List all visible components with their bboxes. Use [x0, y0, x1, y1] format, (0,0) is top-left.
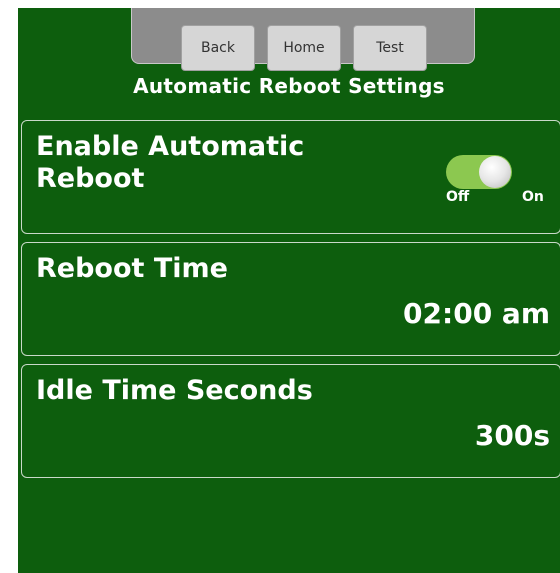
settings-screen: Back Home Test Automatic Reboot Settings… — [18, 8, 560, 573]
page-title: Automatic Reboot Settings — [133, 74, 445, 98]
toggle-off-label: Off — [446, 189, 470, 205]
home-button[interactable]: Home — [267, 25, 341, 71]
idle-time-value: 300s — [474, 419, 550, 452]
nav-bar: Back Home Test — [131, 8, 475, 71]
auto-reboot-toggle[interactable] — [446, 155, 512, 189]
auto-reboot-label: Enable Automatic Reboot — [36, 131, 305, 194]
idle-time-label: Idle Time Seconds — [36, 375, 313, 406]
toggle-on-label: On — [522, 189, 544, 205]
auto-reboot-panel: Enable Automatic Reboot Off On — [21, 120, 560, 234]
reboot-time-panel[interactable]: Reboot Time 02:00 am — [21, 242, 560, 356]
toggle-knob — [479, 156, 511, 188]
back-button[interactable]: Back — [181, 25, 255, 71]
test-button[interactable]: Test — [353, 25, 427, 71]
reboot-time-value: 02:00 am — [403, 297, 550, 330]
reboot-time-label: Reboot Time — [36, 253, 228, 284]
idle-time-panel[interactable]: Idle Time Seconds 300s — [21, 364, 560, 478]
